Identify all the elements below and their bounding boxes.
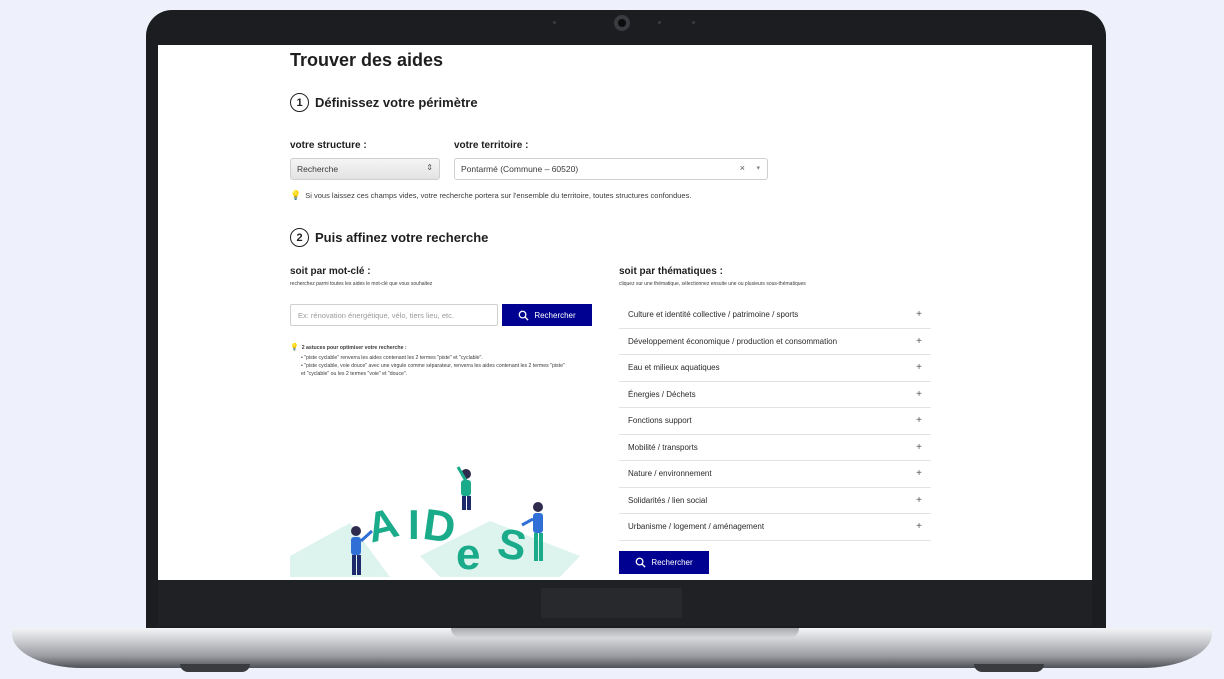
thematic-label: Urbanisme / logement / aménagement — [628, 522, 765, 532]
step-2-label: Puis affinez votre recherche — [315, 230, 489, 245]
lightbulb-icon: 💡 — [290, 344, 299, 351]
step-1-number: 1 — [290, 93, 309, 112]
thematic-item[interactable]: Solidarités / lien social + — [619, 488, 931, 514]
thematic-item[interactable]: Énergies / Déchets + — [619, 382, 931, 408]
figure-top-person — [456, 466, 471, 510]
thematic-item[interactable]: Mobilité / transports + — [619, 435, 931, 461]
thematics-search-button-label: Rechercher — [651, 558, 693, 567]
territoire-label: votre territoire : — [454, 140, 529, 151]
territoire-select-value: Pontarmé (Commune – 60520) — [461, 164, 579, 174]
plus-icon: + — [916, 521, 922, 533]
keyword-search-input[interactable] — [290, 304, 498, 326]
keyword-title: soit par mot-clé : — [290, 266, 371, 277]
keyword-subtitle: recherchez parmi toutes les aides le mot… — [290, 281, 433, 287]
keyword-search-button-label: Rechercher — [534, 310, 576, 320]
plus-icon: + — [916, 494, 922, 506]
laptop-foot — [974, 664, 1044, 672]
search-icon — [635, 557, 646, 568]
keyword-search-button[interactable]: Rechercher — [502, 304, 592, 326]
page-title: Trouver des aides — [290, 50, 444, 70]
territoire-select[interactable]: Pontarmé (Commune – 60520) × ▾ — [454, 158, 768, 180]
structure-label: votre structure : — [290, 140, 367, 151]
illustration-letter: A — [362, 499, 403, 552]
search-tips: 💡 2 astuces pour optimiser votre recherc… — [290, 343, 570, 378]
thematics-title: soit par thématiques : — [619, 266, 723, 277]
plus-icon: + — [916, 441, 922, 453]
step-2-number: 2 — [290, 228, 309, 247]
step-1-heading: 1 Définissez votre périmètre — [290, 93, 478, 112]
search-tip: "piste cyclable" renverra les aides cont… — [301, 354, 570, 362]
thematic-label: Eau et milieux aquatiques — [628, 363, 720, 373]
thematics-search-button[interactable]: Rechercher — [619, 551, 709, 574]
illustration-letter: e — [456, 530, 480, 579]
thematics-subtitle: cliquez sur une thématique, sélectionnez… — [619, 281, 806, 287]
search-tips-title: 2 astuces pour optimiser votre recherche… — [301, 345, 407, 352]
plus-icon: + — [916, 335, 922, 347]
aides-illustration: A I D e S — [290, 466, 580, 579]
thematic-label: Fonctions support — [628, 416, 692, 426]
lightbulb-icon: 💡 — [290, 190, 302, 200]
sensor-dot — [658, 21, 661, 24]
plus-icon: + — [916, 415, 922, 427]
thematic-item[interactable]: Nature / environnement + — [619, 461, 931, 488]
plus-icon: + — [916, 388, 922, 400]
illustration-letter: D — [420, 500, 458, 553]
laptop-foot — [180, 664, 250, 672]
thematic-item[interactable]: Développement économique / production et… — [619, 329, 931, 355]
step-1-label: Définissez votre périmètre — [315, 95, 478, 110]
webcam-icon — [614, 15, 630, 31]
select-updown-icon: ⇕ — [426, 163, 433, 172]
perimeter-hint: 💡 Si vous laissez ces champs vides, votr… — [290, 190, 691, 201]
plus-icon: + — [916, 468, 922, 480]
illustration-letter: I — [408, 501, 420, 548]
plus-icon: + — [916, 362, 922, 374]
thematic-label: Nature / environnement — [628, 469, 712, 479]
sensor-dot — [553, 21, 556, 24]
thematics-list: Culture et identité collective / patrimo… — [619, 302, 931, 541]
search-tip: "piste cyclable, voie douce" avec une vi… — [301, 362, 570, 378]
browser-screen: Trouver des aides 1 Définissez votre pér… — [158, 45, 1092, 580]
sensor-dot — [692, 21, 695, 24]
thematic-label: Énergies / Déchets — [628, 389, 696, 399]
chevron-down-icon[interactable]: ▾ — [756, 164, 760, 172]
structure-select[interactable]: Recherche ⇕ — [290, 158, 440, 180]
thematic-item[interactable]: Culture et identité collective / patrimo… — [619, 302, 931, 329]
thematic-label: Développement économique / production et… — [628, 336, 838, 346]
structure-select-value: Recherche — [297, 164, 339, 174]
thematic-label: Culture et identité collective / patrimo… — [628, 310, 799, 320]
laptop-logo-plate — [541, 588, 682, 618]
plus-icon: + — [916, 309, 922, 321]
thematic-item[interactable]: Eau et milieux aquatiques + — [619, 355, 931, 382]
search-tips-list: "piste cyclable" renverra les aides cont… — [290, 354, 570, 378]
perimeter-hint-text: Si vous laissez ces champs vides, votre … — [305, 191, 692, 200]
thematic-label: Mobilité / transports — [628, 442, 698, 452]
search-tips-heading: 💡 2 astuces pour optimiser votre recherc… — [290, 343, 570, 354]
search-icon — [518, 310, 529, 321]
clear-icon[interactable]: × — [740, 163, 745, 173]
thematic-item[interactable]: Fonctions support + — [619, 408, 931, 435]
laptop-hinge-notch — [451, 628, 799, 638]
thematic-item[interactable]: Urbanisme / logement / aménagement + — [619, 514, 931, 541]
step-2-heading: 2 Puis affinez votre recherche — [290, 228, 488, 247]
thematic-label: Solidarités / lien social — [628, 495, 708, 505]
